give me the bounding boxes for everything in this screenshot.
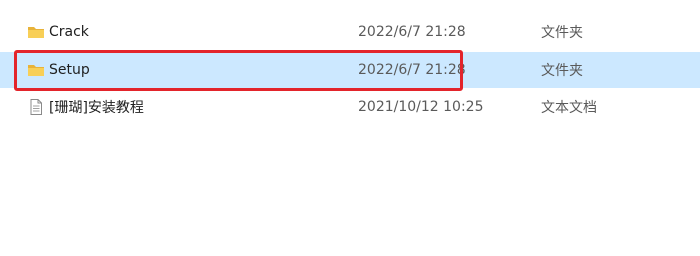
file-date: 2022/6/7 21:28	[358, 24, 466, 40]
text-file-icon	[27, 99, 45, 115]
file-name: Setup	[49, 62, 90, 78]
file-type: 文本文档	[541, 100, 597, 116]
file-list: Crack 2022/6/7 21:28 文件夹 Setup 2022/6/7 …	[0, 0, 700, 256]
file-name: [珊瑚]安装教程	[49, 100, 144, 116]
file-type: 文件夹	[541, 25, 583, 41]
file-name: Crack	[49, 24, 89, 40]
file-row-tutorial[interactable]: [珊瑚]安装教程 2021/10/12 10:25 文本文档	[0, 89, 700, 125]
file-row-setup[interactable]: Setup 2022/6/7 21:28 文件夹	[0, 52, 700, 88]
file-row-crack[interactable]: Crack 2022/6/7 21:28 文件夹	[0, 14, 700, 50]
file-type: 文件夹	[541, 63, 583, 79]
folder-icon	[27, 24, 45, 40]
file-date: 2021/10/12 10:25	[358, 99, 484, 115]
file-date: 2022/6/7 21:28	[358, 62, 466, 78]
folder-icon	[27, 62, 45, 78]
